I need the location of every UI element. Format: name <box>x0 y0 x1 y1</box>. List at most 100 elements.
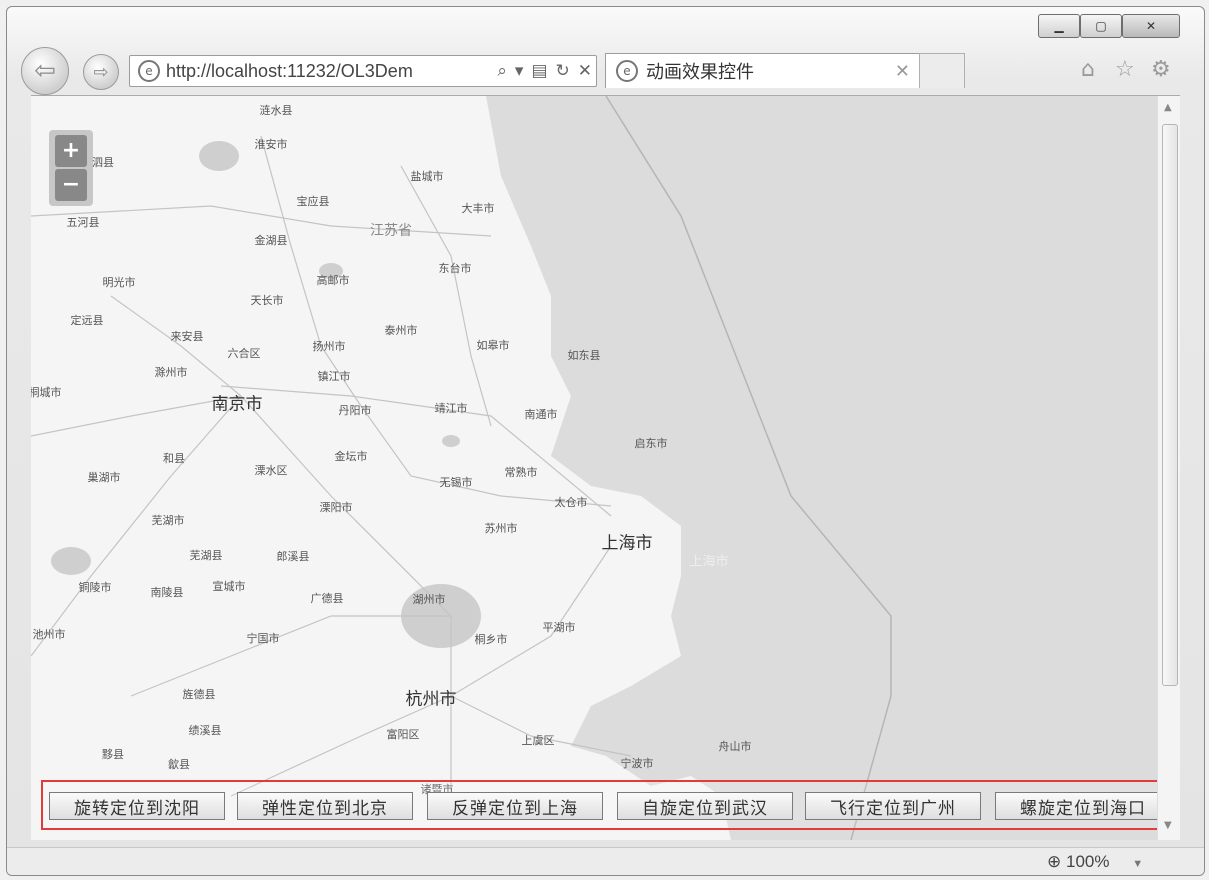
city-label-major: 上海市 <box>601 533 653 554</box>
address-bar[interactable]: e http://localhost:11232/OL3Dem ⌕ ▾ ▤ ↻ … <box>129 55 597 87</box>
city-label: 大丰市 <box>461 202 495 215</box>
browser-tab[interactable]: e 动画效果控件 ✕ <box>605 53 921 88</box>
stop-icon[interactable]: ✕ <box>578 61 592 81</box>
city-label: 宣城市 <box>212 580 246 593</box>
city-label: 平湖市 <box>542 621 576 634</box>
fly-to-guangzhou-button[interactable]: 飞行定位到广州 <box>805 792 981 820</box>
status-bar: ⊕ 100% ▼ <box>7 847 1204 875</box>
ie-page-icon: e <box>138 60 160 82</box>
lake-hongze <box>199 141 239 171</box>
city-label-major: 杭州市 <box>405 689 457 710</box>
city-label: 旌德县 <box>182 688 216 701</box>
zoom-level-value: 100% <box>1065 852 1110 871</box>
city-label: 丹阳市 <box>338 404 372 417</box>
chevron-down-icon: ▼ <box>1132 858 1144 870</box>
city-label: 天长市 <box>250 294 284 307</box>
city-label: 巢湖市 <box>87 471 121 484</box>
city-label: 启东市 <box>634 437 668 450</box>
search-icon[interactable]: ⌕ <box>497 61 507 81</box>
province-label: 江苏省 <box>370 223 412 239</box>
scroll-down-icon[interactable]: ▼ <box>1164 820 1172 831</box>
city-label: 广德县 <box>310 592 344 605</box>
city-label: 泗县 <box>92 156 114 169</box>
page-viewport: 涟水县 淮安市 泗县 盐城市 宝应县 大丰市 江苏省 五河县 金湖县 东台市 明… <box>31 95 1180 840</box>
refresh-icon[interactable]: ↻ <box>556 61 570 81</box>
scroll-up-icon[interactable]: ▲ <box>1164 102 1172 113</box>
zoom-out-button[interactable]: − <box>55 169 87 201</box>
city-label: 和县 <box>163 452 185 465</box>
zoom-magnifier-icon: ⊕ <box>1047 852 1062 871</box>
scrollbar-thumb[interactable] <box>1162 124 1178 686</box>
map-canvas[interactable]: 涟水县 淮安市 泗县 盐城市 宝应县 大丰市 江苏省 五河县 金湖县 东台市 明… <box>31 96 1157 840</box>
city-label: 常熟市 <box>504 466 538 479</box>
sea-area <box>486 96 1157 840</box>
city-label: 铜陵市 <box>78 581 112 594</box>
lake-small <box>442 435 460 447</box>
city-label: 金湖县 <box>254 234 288 247</box>
city-label: 宁国市 <box>246 632 280 645</box>
city-label: 舟山市 <box>718 740 752 753</box>
city-label: 芜湖县 <box>189 549 223 562</box>
minimize-icon: ▁ <box>1054 19 1064 33</box>
minimize-button[interactable]: ▁ <box>1038 14 1080 38</box>
city-label: 扬州市 <box>312 340 346 353</box>
city-label: 涟水县 <box>259 104 293 117</box>
city-label: 定远县 <box>70 314 104 327</box>
new-tab-button[interactable] <box>919 53 965 88</box>
compat-view-icon[interactable]: ▤ <box>531 61 547 81</box>
maximize-button[interactable]: ▢ <box>1080 14 1122 38</box>
city-label: 富阳区 <box>386 728 420 741</box>
city-label: 淮安市 <box>254 138 288 151</box>
dropdown-icon[interactable]: ▾ <box>515 61 524 81</box>
city-label: 桐城市 <box>31 386 62 399</box>
elastic-to-beijing-button[interactable]: 弹性定位到北京 <box>237 792 413 820</box>
vertical-scrollbar[interactable]: ▲ ▼ <box>1157 96 1180 840</box>
forward-button[interactable]: ⇨ <box>83 54 119 90</box>
city-label: 东台市 <box>438 262 472 275</box>
city-label-major: 南京市 <box>211 394 263 415</box>
zoom-level-control[interactable]: ⊕ 100% ▼ <box>1047 852 1143 872</box>
spin-to-wuhan-button[interactable]: 自旋定位到武汉 <box>617 792 793 820</box>
city-label: 太仓市 <box>554 496 588 509</box>
city-label: 镇江市 <box>317 370 351 383</box>
close-icon: ✕ <box>1145 19 1157 33</box>
city-label: 六合区 <box>227 347 261 360</box>
star-icon[interactable]: ☆ <box>1115 57 1135 82</box>
city-label: 溧水区 <box>254 464 288 477</box>
city-label: 苏州市 <box>484 522 518 535</box>
rotate-to-shenyang-button[interactable]: 旋转定位到沈阳 <box>49 792 225 820</box>
city-label: 溧阳市 <box>319 501 353 514</box>
city-label: 南陵县 <box>150 586 184 599</box>
back-button[interactable]: ⇦ <box>21 47 69 95</box>
city-label: 歙县 <box>168 758 190 771</box>
zoom-in-button[interactable]: + <box>55 135 87 167</box>
city-label: 明光市 <box>102 276 136 289</box>
city-label: 如皋市 <box>476 339 510 352</box>
city-label: 滁州市 <box>154 366 188 379</box>
city-label: 南通市 <box>524 408 558 421</box>
home-icon[interactable]: ⌂ <box>1081 57 1095 82</box>
city-label: 上虞区 <box>521 734 555 747</box>
city-label: 芜湖市 <box>151 514 185 527</box>
tab-title: 动画效果控件 <box>646 62 754 83</box>
city-label: 无锡市 <box>439 476 473 489</box>
city-label: 宝应县 <box>296 195 330 208</box>
city-label: 黟县 <box>102 748 124 761</box>
city-label: 五河县 <box>66 216 100 229</box>
ie-tab-icon: e <box>616 60 638 82</box>
city-label-sea: 上海市 <box>689 554 729 570</box>
spiral-to-haikou-button[interactable]: 螺旋定位到海口 <box>995 792 1157 820</box>
animation-button-bar: 旋转定位到沈阳 弹性定位到北京 反弹定位到上海 自旋定位到武汉 飞行定位到广州 … <box>41 780 1157 830</box>
bounce-to-shanghai-button[interactable]: 反弹定位到上海 <box>427 792 603 820</box>
city-label: 金坛市 <box>334 450 368 463</box>
city-label: 来安县 <box>170 330 204 343</box>
city-label: 桐乡市 <box>474 633 508 646</box>
tab-close-icon[interactable]: ✕ <box>895 61 910 82</box>
city-label: 高邮市 <box>316 274 350 287</box>
address-url[interactable]: http://localhost:11232/OL3Dem <box>166 61 493 82</box>
close-window-button[interactable]: ✕ <box>1122 14 1180 38</box>
zoom-control: + − <box>49 130 93 206</box>
gear-icon[interactable]: ⚙ <box>1151 57 1171 82</box>
city-label: 宁波市 <box>620 757 654 770</box>
city-label: 泰州市 <box>384 324 418 337</box>
